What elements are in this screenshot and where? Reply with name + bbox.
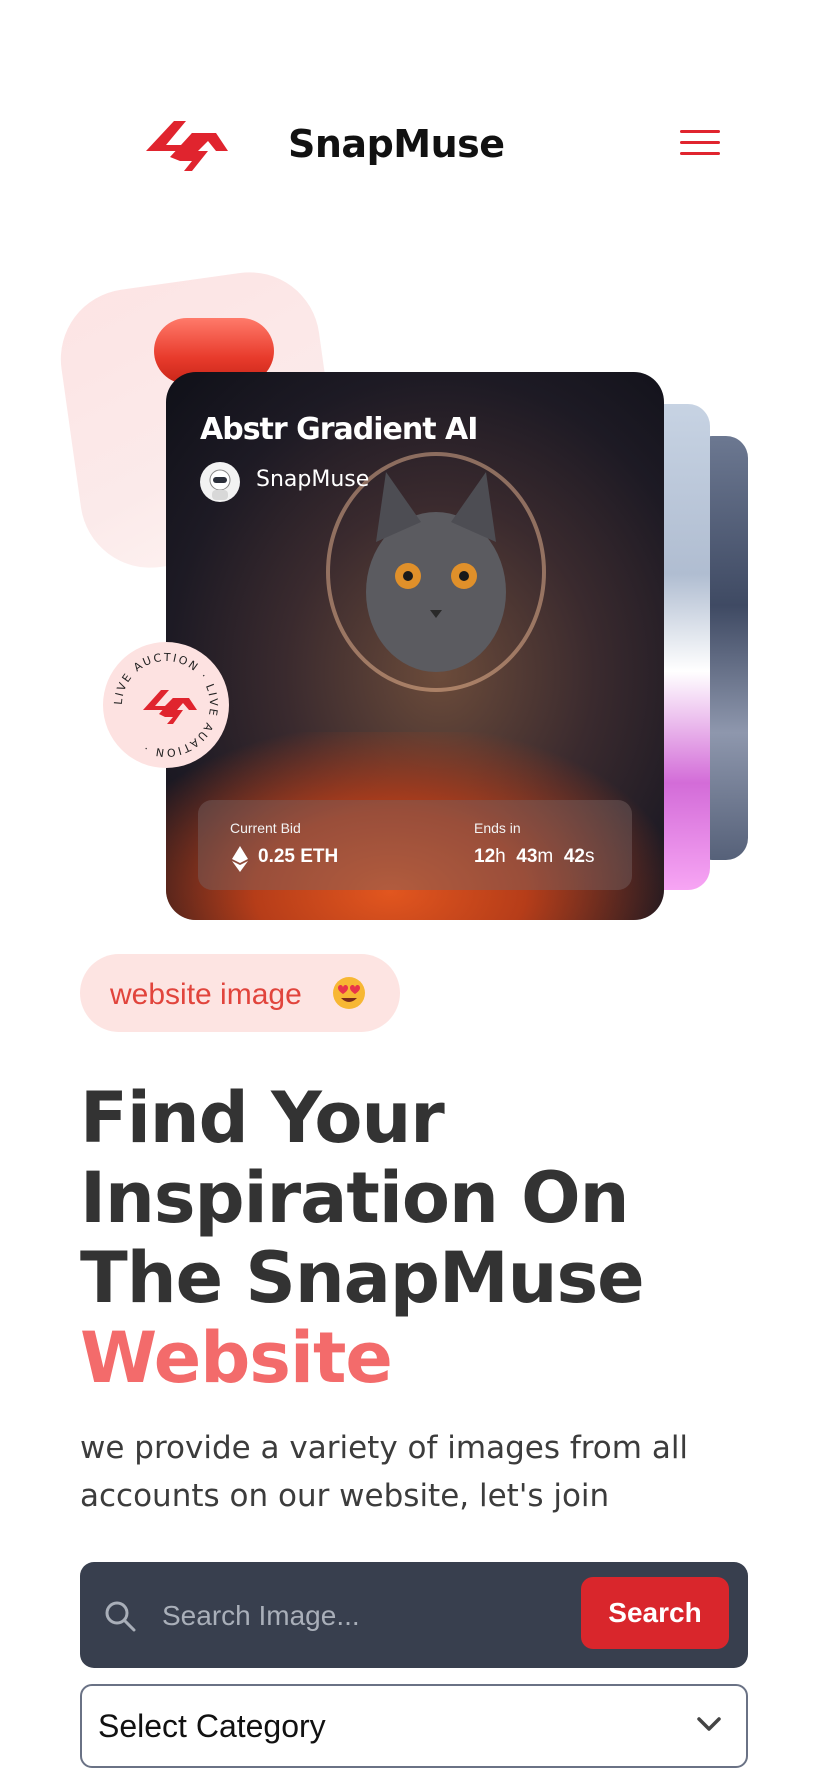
tag-label: website image xyxy=(110,978,302,1011)
ends-in-label: Ends in xyxy=(474,820,521,836)
chevron-down-icon xyxy=(697,1717,721,1731)
heart-eyes-emoji-icon xyxy=(333,977,365,1009)
current-bid-label: Current Bid xyxy=(230,820,301,836)
website-image-tag: website image xyxy=(80,954,400,1032)
hero-subtext: we provide a variety of images from all … xyxy=(80,1430,689,1514)
card-title: Abstr Gradient AI xyxy=(200,412,478,447)
hero-headline: Find Your Inspiration On The SnapMuse We… xyxy=(80,1078,760,1398)
robot-avatar-icon xyxy=(209,469,231,500)
current-bid-value: 0.25 ETH xyxy=(258,846,339,867)
search-button[interactable]: Search xyxy=(581,1577,729,1649)
ethereum-icon xyxy=(232,846,248,872)
live-auction-badge-graphic: LIVE AUCTION · LIVE AUATION · xyxy=(112,651,218,759)
bid-panel: Current Bid 0.25 ETH Ends in 12h 43m 42s xyxy=(198,800,632,890)
timer-hours: 12 xyxy=(474,846,496,867)
search-bar: Search xyxy=(80,1562,748,1668)
snapmuse-logo-icon[interactable] xyxy=(146,115,228,175)
timer-minutes-unit: m xyxy=(537,846,554,867)
headline-line-3: The SnapMuse xyxy=(80,1237,645,1319)
search-input[interactable] xyxy=(160,1588,564,1644)
category-select-value: Select Category xyxy=(98,1708,326,1744)
hamburger-menu-icon[interactable] xyxy=(680,130,720,164)
countdown-timer: 12h 43m 42s xyxy=(474,846,594,868)
live-auction-badge: LIVE AUCTION · LIVE AUATION · xyxy=(103,642,229,768)
badge-logo-icon xyxy=(143,690,197,724)
search-icon xyxy=(105,1601,136,1632)
headline-line-1: Find Your xyxy=(80,1077,445,1159)
timer-minutes: 43 xyxy=(516,846,538,867)
headline-line-2: Inspiration On xyxy=(80,1157,630,1239)
timer-hours-unit: h xyxy=(495,846,506,867)
creator-avatar[interactable] xyxy=(200,462,240,502)
category-select[interactable]: Select Category xyxy=(80,1684,748,1768)
headline-accent: Website xyxy=(80,1317,393,1399)
timer-seconds-unit: s xyxy=(584,846,595,867)
timer-seconds: 42 xyxy=(563,846,585,867)
auction-card[interactable]: Abstr Gradient AI SnapMuse Current Bid 0… xyxy=(166,372,664,920)
site-header: SnapMuse xyxy=(0,100,828,200)
creator-name[interactable]: SnapMuse xyxy=(256,467,369,492)
brand-name[interactable]: SnapMuse xyxy=(288,122,505,166)
